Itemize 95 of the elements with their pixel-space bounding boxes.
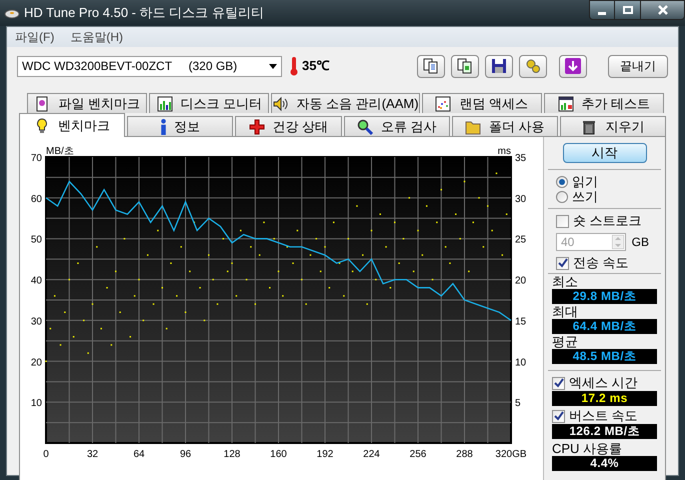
medical-cross-icon [248, 118, 265, 134]
toolbar-button[interactable] [417, 54, 445, 78]
tab[interactable]: 추가 테스트 [544, 93, 664, 113]
reading-label: 평균 [551, 334, 579, 349]
close-icon [658, 5, 668, 15]
axis-tick-label: 25 [515, 234, 526, 246]
reading-display: 126.2 MB/초 [552, 424, 657, 439]
copy-icon [423, 58, 439, 74]
temperature-reading: 35℃ [302, 57, 330, 76]
axis-tick-label: 70 [30, 153, 42, 164]
trash-can-icon [581, 118, 598, 134]
axis-tick-label: 256 [410, 449, 426, 460]
checkmark-icon [554, 411, 564, 421]
checkbox[interactable] [556, 256, 569, 270]
checkbox[interactable] [552, 410, 565, 422]
checkbox-label: 엑세스 시간 [569, 375, 638, 391]
start-button[interactable]: 시작 [562, 143, 646, 163]
y-axis-unit: MB/초 [46, 146, 74, 157]
spinner-arrows-icon [612, 235, 624, 249]
axis-tick-label: 30 [30, 316, 42, 328]
toolbar-button[interactable] [519, 54, 547, 78]
axis-tick-label: 320GB [495, 449, 527, 460]
scatter-plot-icon [435, 96, 452, 112]
reading-display: 64.4 MB/초 [552, 319, 657, 334]
radio-label: 읽기 [572, 174, 598, 189]
radio-label: 쓰기 [572, 189, 598, 204]
file-icon [34, 96, 50, 112]
exit-button[interactable]: 끝내기 [608, 54, 668, 78]
reading-display: 29.8 MB/초 [552, 289, 657, 304]
checkbox-label: 전송 속도 [573, 255, 629, 271]
reading-display: 17.2 ms [552, 391, 657, 406]
drive-dropdown[interactable]: WDC WD3200BEVT-00ZCT (320 GB) [17, 56, 282, 76]
y2-axis-unit: ms [498, 146, 511, 157]
tab[interactable]: 오류 검사 [344, 116, 450, 136]
axis-tick-label: 60 [30, 194, 42, 205]
bar-graph-icon [156, 96, 173, 112]
axis-tick-label: 10 [30, 398, 42, 410]
axis-tick-label: 288 [456, 449, 473, 460]
axis-tick-label: 32 [86, 449, 98, 460]
copy-info-icon [457, 58, 473, 74]
axis-tick-label: 224 [363, 449, 380, 460]
axis-tick-label: 50 [30, 234, 42, 246]
menu-item[interactable]: 파일(F) [15, 28, 54, 46]
checkbox-label: 버스트 속도 [569, 408, 638, 424]
thermometer-icon [290, 56, 298, 76]
axis-tick-label: 10 [515, 357, 526, 368]
tab[interactable]: 파일 벤치마크 [27, 93, 148, 113]
chart-window-icon [558, 96, 574, 112]
down-arrow-icon [565, 58, 581, 74]
tab[interactable]: 디스크 모니터 [149, 93, 270, 113]
axis-tick-label: 20 [30, 357, 42, 368]
toolbar-button[interactable] [451, 54, 479, 78]
window-title: HD Tune Pro 4.50 - 하드 디스크 유틸리티 [24, 4, 264, 22]
axis-tick-label: 20 [515, 276, 526, 287]
reading-display: 4.4% [552, 456, 657, 471]
menu-item[interactable]: 도움말(H) [70, 28, 123, 46]
axis-tick-label: 64 [133, 449, 145, 460]
tab[interactable]: 정보 [127, 116, 234, 136]
maximize-button[interactable] [615, 0, 641, 20]
info-icon [160, 118, 166, 134]
reading-label: 최소 [551, 274, 579, 289]
checkmark-icon [554, 378, 564, 388]
minimize-button[interactable] [589, 0, 615, 20]
toolbar-button[interactable] [485, 54, 513, 78]
axis-tick-label: 0 [43, 449, 49, 460]
dropdown-caret-icon [269, 64, 277, 68]
magnifier-icon [356, 118, 373, 134]
axis-tick-label: 30 [515, 194, 526, 205]
tab[interactable]: 폴더 사용 [452, 116, 558, 136]
axis-tick-label: 35 [515, 153, 526, 164]
axis-tick-label: 192 [316, 449, 334, 460]
reading-label: 최대 [551, 304, 579, 319]
checkbox-label: 숏 스트로크 [573, 213, 642, 229]
speaker-icon [272, 96, 288, 112]
tab[interactable]: 랜덤 액세스 [422, 93, 542, 113]
axis-tick-label: 5 [515, 398, 521, 410]
axis-tick-label: 160 [270, 449, 287, 460]
radio-button[interactable] [556, 176, 568, 188]
tab[interactable]: 지우기 [560, 116, 666, 136]
checkmark-icon [558, 258, 568, 268]
tab[interactable]: 자동 소음 관리(AAM) [271, 93, 420, 113]
axis-tick-label: 15 [515, 316, 526, 328]
tab[interactable]: 벤치마크 [19, 113, 126, 137]
checkbox[interactable] [552, 376, 565, 390]
close-button[interactable] [641, 0, 685, 20]
reading-label: CPU 사용률 [551, 441, 624, 456]
unit-label: GB [632, 234, 649, 251]
axis-tick-label: 40 [30, 276, 42, 287]
axis-tick-label: 96 [180, 449, 192, 460]
axis-tick-label: 128 [224, 449, 240, 460]
checkbox[interactable] [556, 214, 569, 228]
radio-button[interactable] [556, 190, 568, 202]
reading-display: 48.5 MB/초 [552, 349, 657, 364]
tab[interactable]: 건강 상태 [235, 116, 342, 136]
update-button[interactable] [559, 54, 587, 78]
